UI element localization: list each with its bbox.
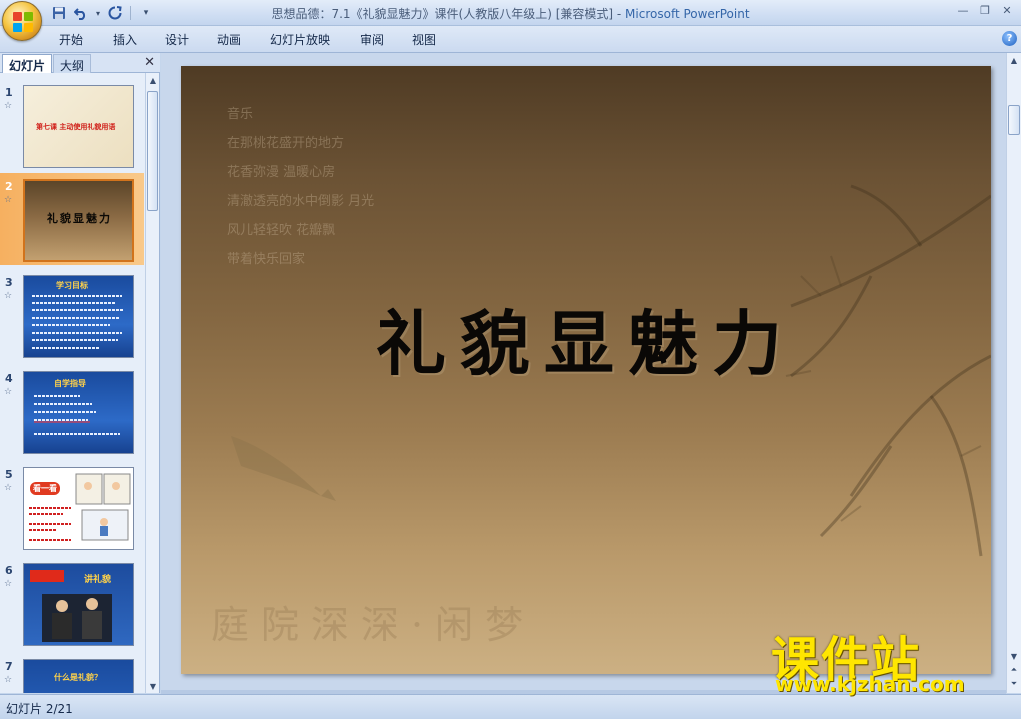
faded-background-text: 音乐 在那桃花盛开的地方 花香弥漫 温暖心房 清澈透亮的水中倒影 月光 风儿轻轻… xyxy=(227,100,374,274)
faded-line: 在那桃花盛开的地方 xyxy=(227,136,345,151)
animation-star-icon: ☆ xyxy=(4,675,13,685)
thumbnail-row[interactable]: 2 ☆ 礼貌显魅力 xyxy=(0,173,144,265)
slide-scrollbar[interactable]: ▲ ▼ ⏶ ⏷ xyxy=(1006,53,1021,693)
photo-people-icon xyxy=(30,570,112,642)
tab-animation[interactable]: 动画 xyxy=(217,31,241,48)
faded-line: 花香弥漫 温暖心房 xyxy=(227,165,336,180)
animation-star-icon: ☆ xyxy=(4,483,13,493)
slide-editor: 音乐 在那桃花盛开的地方 花香弥漫 温暖心房 清澈透亮的水中倒影 月光 风儿轻轻… xyxy=(161,53,1006,693)
slide-number: 7 xyxy=(5,660,13,673)
slide-number: 3 xyxy=(5,276,13,289)
thumbnail-text: 自学指导 xyxy=(54,379,86,388)
slide-number: 1 xyxy=(5,86,13,99)
faded-line: 音乐 xyxy=(227,107,254,122)
minimize-icon[interactable]: — xyxy=(955,2,971,18)
slide-thumbnails: 1 ☆ 第七课 主动使用礼貌用语 2 ☆ 礼貌显魅力 3 ☆ 学习目标 4 ☆ … xyxy=(0,73,144,693)
tab-review[interactable]: 审阅 xyxy=(360,31,384,48)
slide-thumbnail[interactable]: 什么是礼貌？ xyxy=(23,659,134,693)
cartoon-illustration-icon xyxy=(75,473,131,541)
slides-pane: 幻灯片 大纲 ✕ 1 ☆ 第七课 主动使用礼貌用语 2 ☆ 礼貌显魅力 3 ☆ … xyxy=(0,53,160,693)
scroll-up-icon[interactable]: ▲ xyxy=(146,73,160,87)
slide-number: 2 xyxy=(5,180,13,193)
title-separator: - xyxy=(613,7,626,21)
tab-home[interactable]: 开始 xyxy=(59,31,83,48)
thumbnail-text: 礼貌显魅力 xyxy=(47,212,112,225)
slide-number: 5 xyxy=(5,468,13,481)
thumbnail-text-lines xyxy=(34,395,120,435)
scroll-thumb[interactable] xyxy=(1008,105,1020,135)
scroll-down-icon[interactable]: ▼ xyxy=(146,679,160,693)
thumbnails-scrollbar[interactable]: ▲ ▼ xyxy=(145,73,159,693)
animation-star-icon: ☆ xyxy=(4,387,13,397)
ribbon-tabs: 开始 插入 设计 动画 幻灯片放映 审阅 视图 ? xyxy=(0,26,1021,53)
thumbnail-text: 学习目标 xyxy=(56,281,88,290)
tab-view[interactable]: 视图 xyxy=(412,31,436,48)
restore-icon[interactable]: ❐ xyxy=(977,2,993,18)
animation-star-icon: ☆ xyxy=(4,579,13,589)
thumbnail-row[interactable]: 3 ☆ 学习目标 xyxy=(0,269,144,361)
app-name: Microsoft PowerPoint xyxy=(625,7,750,21)
thumbnail-row[interactable]: 5 ☆ 看一看 xyxy=(0,461,144,553)
thumbnail-text: 什么是礼貌？ xyxy=(54,673,102,682)
document-title: 思想品德：7.1《礼貌显魅力》课件(人教版八年级上) [兼容模式] xyxy=(271,7,614,21)
pane-tabs: 幻灯片 大纲 ✕ xyxy=(0,53,160,73)
office-logo-icon xyxy=(13,12,33,32)
tab-insert[interactable]: 插入 xyxy=(113,31,137,48)
thumbnail-text-lines xyxy=(32,295,124,349)
animation-star-icon: ☆ xyxy=(4,101,13,111)
current-slide[interactable]: 音乐 在那桃花盛开的地方 花香弥漫 温暖心房 清澈透亮的水中倒影 月光 风儿轻轻… xyxy=(181,66,991,674)
slide-thumbnail[interactable]: 学习目标 xyxy=(23,275,134,358)
slide-title[interactable]: 礼貌显魅力 xyxy=(181,288,991,389)
animation-star-icon: ☆ xyxy=(4,195,13,205)
faded-line: 清澈透亮的水中倒影 月光 xyxy=(227,194,375,209)
thumbnail-text: 第七课 主动使用礼貌用语 xyxy=(36,123,116,131)
thumbnail-text-lines xyxy=(29,507,71,541)
thumbnail-row[interactable]: 4 ☆ 自学指导 xyxy=(0,365,144,457)
thumbnail-row[interactable]: 1 ☆ 第七课 主动使用礼貌用语 xyxy=(0,79,144,171)
faded-line: 风儿轻轻吹 花瓣飘 xyxy=(227,223,336,238)
title-bar: ▾ ▾ 思想品德：7.1《礼貌显魅力》课件(人教版八年级上) [兼容模式] - … xyxy=(0,0,1021,41)
faded-line: 带着快乐回家 xyxy=(227,252,306,267)
window-controls: — ❐ ✕ xyxy=(955,2,1015,18)
seal-calligraphy: 庭院深深·闲梦 xyxy=(211,603,536,647)
slide-thumbnail[interactable]: 看一看 xyxy=(23,467,134,550)
close-icon[interactable]: ✕ xyxy=(999,2,1015,18)
scroll-thumb[interactable] xyxy=(147,91,158,211)
slide-thumbnail[interactable]: 讲礼貌 xyxy=(23,563,134,646)
animation-star-icon: ☆ xyxy=(4,291,13,301)
tab-slideshow[interactable]: 幻灯片放映 xyxy=(270,31,330,48)
slide-thumbnail[interactable]: 礼貌显魅力 xyxy=(23,179,134,262)
site-watermark: 课件站 www.kjzhan.com xyxy=(771,620,1011,696)
help-icon[interactable]: ? xyxy=(1002,31,1017,46)
office-button[interactable] xyxy=(2,1,42,41)
tab-slides[interactable]: 幻灯片 xyxy=(2,54,53,73)
close-pane-icon[interactable]: ✕ xyxy=(144,55,155,70)
slide-number: 6 xyxy=(5,564,13,577)
thumbnail-text: 看一看 xyxy=(30,482,60,495)
thumbnail-row[interactable]: 6 ☆ 讲礼貌 xyxy=(0,557,144,649)
slide-position-status: 幻灯片 2/21 xyxy=(6,702,73,716)
status-bar: 幻灯片 2/21 xyxy=(0,694,1021,719)
tab-outline[interactable]: 大纲 xyxy=(53,54,92,73)
fish-decoration xyxy=(231,436,336,501)
window-title: 思想品德：7.1《礼貌显魅力》课件(人教版八年级上) [兼容模式] - Micr… xyxy=(0,5,1021,22)
tab-design[interactable]: 设计 xyxy=(165,31,189,48)
slide-number: 4 xyxy=(5,372,13,385)
scroll-up-icon[interactable]: ▲ xyxy=(1007,53,1021,67)
thumbnail-row[interactable]: 7 ☆ 什么是礼貌？ xyxy=(0,653,144,693)
slide-thumbnail[interactable]: 第七课 主动使用礼貌用语 xyxy=(23,85,134,168)
slide-thumbnail[interactable]: 自学指导 xyxy=(23,371,134,454)
watermark-url: www.kjzhan.com xyxy=(775,672,965,696)
